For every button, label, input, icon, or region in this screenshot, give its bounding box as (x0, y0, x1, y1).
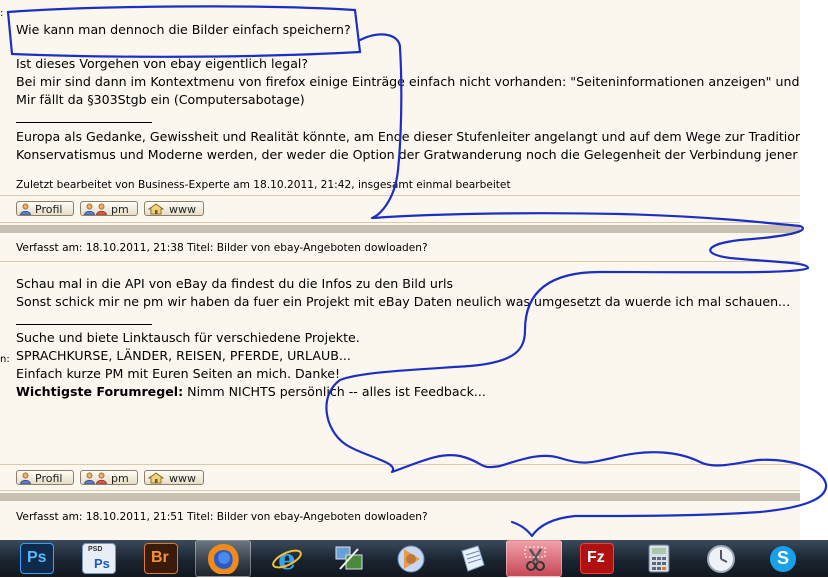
left-cut-text: : (0, 8, 4, 19)
signature-line: Einfach kurze PM mit Euren Seiten an mic… (16, 366, 340, 381)
forum-page: : Wie kann man dennoch die Bilder einfac… (0, 0, 800, 540)
forum-rule: Wichtigste Forumregel: Nimm NICHTS persö… (16, 383, 486, 401)
firefox-taskbar-button[interactable] (195, 540, 251, 577)
post-header: Verfasst am: 18.10.2011, 21:51 Titel: Bi… (16, 511, 428, 523)
home-icon (147, 472, 165, 484)
snipping-tool-icon (524, 546, 546, 571)
signature-line: Suche und biete Linktausch für verschied… (16, 330, 360, 345)
snipping-tool-taskbar-button[interactable] (506, 540, 562, 577)
calculator-icon[interactable] (642, 543, 676, 574)
users-icon (84, 472, 107, 484)
profile-button-label: Profil (35, 203, 63, 216)
filezilla-icon[interactable]: Fz (580, 543, 614, 574)
row-divider (0, 195, 800, 196)
edited-note: Zuletzt bearbeitet von Business-Experte … (16, 179, 511, 191)
signature-line: Konservatismus und Moderne werden, der w… (16, 147, 798, 162)
profile-button-label: Profil (35, 472, 63, 485)
user-icon (20, 472, 31, 484)
notepad-icon[interactable] (456, 543, 490, 574)
profile-button[interactable]: Profil (16, 470, 74, 485)
row-divider (0, 464, 800, 465)
bridge-icon[interactable]: Br (144, 543, 178, 574)
network-tool-icon[interactable] (332, 543, 366, 574)
clock-icon[interactable] (704, 543, 738, 574)
pm-button-label: pm (111, 472, 129, 485)
post-header: Verfasst am: 18.10.2011, 21:38 Titel: Bi… (16, 242, 428, 254)
home-icon (147, 203, 165, 215)
windows-taskbar: Ps PSD Ps Br e Fz S (0, 540, 828, 577)
post-line: Mir fällt da §303Stgb ein (Computersabot… (16, 92, 305, 107)
row-divider (0, 261, 800, 262)
quoted-question: Wie kann man dennoch die Bilder einfach … (16, 22, 351, 37)
www-button[interactable]: www (144, 201, 204, 216)
post-separator-bar (0, 225, 800, 233)
users-icon (84, 203, 107, 215)
www-button[interactable]: www (144, 470, 204, 485)
skype-icon[interactable]: S (766, 543, 800, 574)
row-divider (0, 490, 800, 491)
pm-button[interactable]: pm (80, 470, 138, 485)
signature-line: Europa als Gedanke, Gewissheit und Reali… (16, 129, 800, 144)
profile-button[interactable]: Profil (16, 201, 74, 216)
left-cut-text: n: (0, 354, 10, 365)
pm-button[interactable]: pm (80, 201, 138, 216)
forum-rule-label: Wichtigste Forumregel: (16, 384, 184, 399)
photoshop-document-icon[interactable]: PSD Ps (82, 543, 116, 574)
post-line: Ist dieses Vorgehen von ebay eigentlich … (16, 56, 309, 71)
post-line: Sonst schick mir ne pm wir haben da fuer… (16, 294, 791, 309)
row-divider (0, 222, 800, 223)
post-separator-bar (0, 493, 800, 501)
signature-separator (16, 122, 152, 123)
firefox-icon (207, 544, 239, 574)
signature-separator (16, 324, 152, 325)
signature-line: SPRACHKURSE, LÄNDER, REISEN, PFERDE, URL… (16, 348, 351, 363)
post-line: Schau mal in die API von eBay da findest… (16, 276, 454, 291)
media-player-icon[interactable] (394, 543, 428, 574)
photoshop-icon[interactable]: Ps (20, 543, 54, 574)
window-edge (800, 0, 828, 540)
pm-button-label: pm (111, 203, 129, 216)
www-button-label: www (169, 203, 196, 216)
user-icon (20, 203, 31, 215)
www-button-label: www (169, 472, 196, 485)
forum-rule-text: Nimm NICHTS persönlich -- alles ist Feed… (183, 384, 486, 399)
svg-text:e: e (278, 543, 296, 574)
internet-explorer-icon[interactable]: e (270, 543, 304, 576)
post-line: Bei mir sind dann im Kontextmenu von fir… (16, 74, 800, 89)
